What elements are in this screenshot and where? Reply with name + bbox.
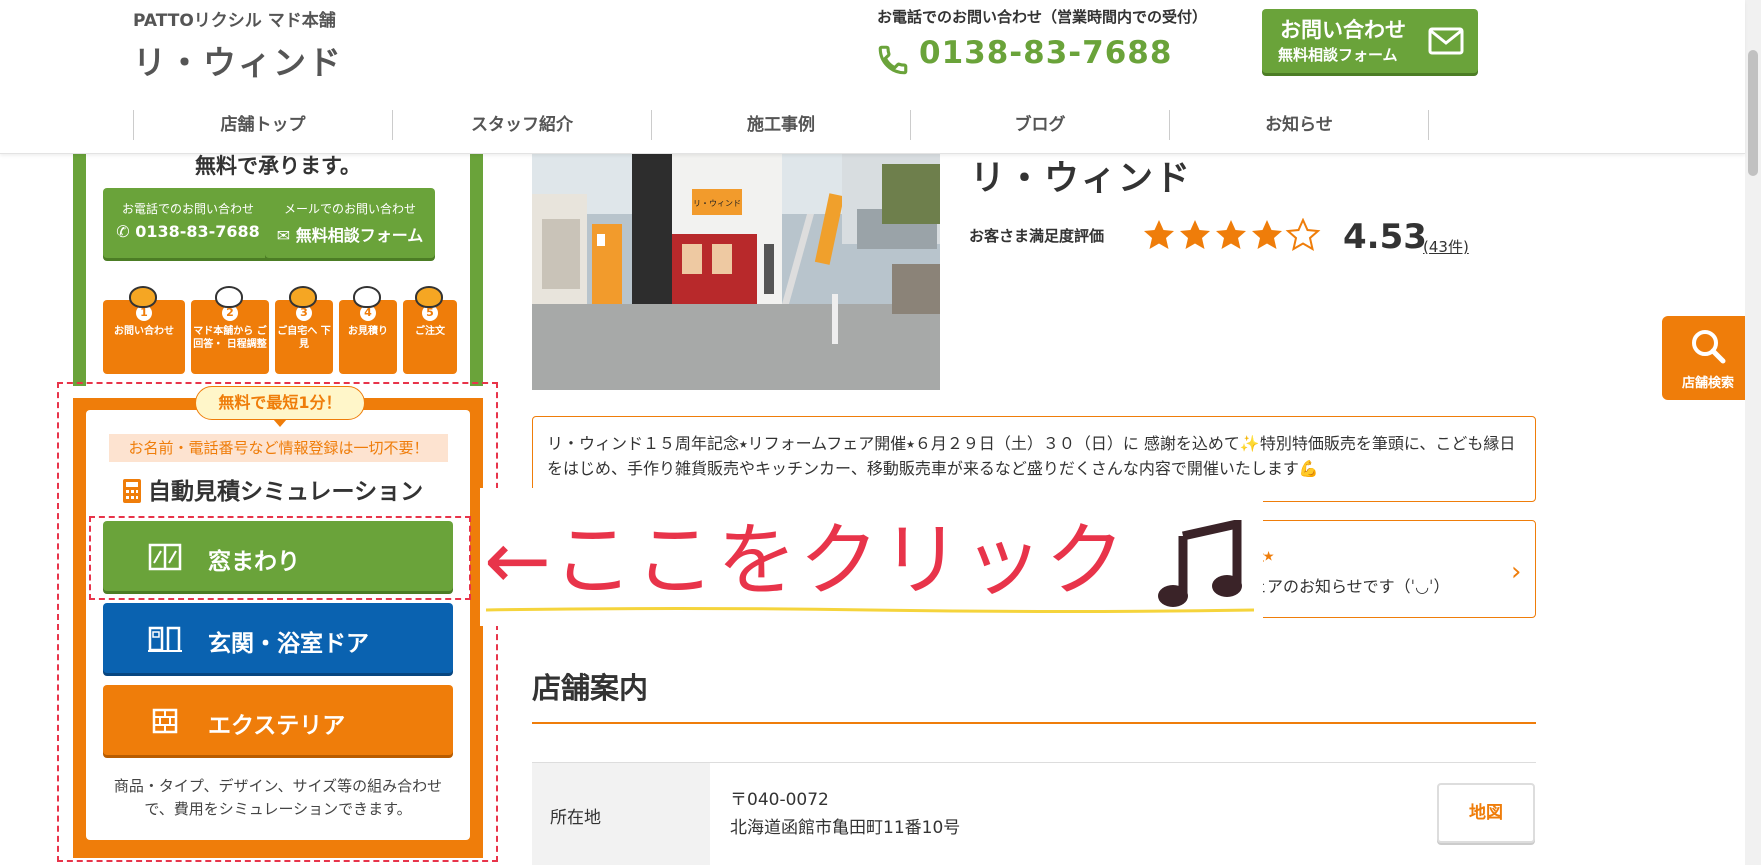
step-4: 4 お見積り — [339, 286, 397, 374]
sim-window-button[interactable]: 窓まわり — [103, 521, 453, 591]
shop-name: リ・ウィンド — [970, 159, 1193, 199]
sidebar-mail-title: メールでのお問い合わせ — [283, 202, 416, 216]
contact-form-button[interactable]: お問い合わせ 無料相談フォーム — [1262, 9, 1478, 73]
store-search-tab[interactable]: 店舗検索 — [1662, 316, 1754, 400]
flow-steps: 1 お問い合わせ 2 マド本舗から ご回答・ 日程調整 3 ご自宅へ 下見 4 … — [103, 284, 457, 376]
simulation-note-line2: で、費用をシミュレーションできます。 — [144, 800, 412, 818]
simulation-note: 商品・タイプ、デザイン、サイズ等の組み合わせ で、費用をシミュレーションできます… — [100, 775, 456, 821]
address-label: 所在地 — [532, 763, 710, 865]
sidebar-mail-label: 無料相談フォーム — [295, 226, 424, 245]
site-header: PATTOリクシル マド本舗 リ・ウィンド お電話でのお問い合わせ（営業時間内で… — [0, 0, 1745, 154]
review-count-link[interactable]: (43件) — [1423, 236, 1469, 257]
map-button[interactable]: 地図 — [1437, 783, 1535, 843]
free-badge: 無料で最短1分！ — [195, 386, 365, 420]
badge-pointer — [273, 419, 287, 427]
step-label: お見積り — [348, 326, 388, 337]
nav-item-staff[interactable]: スタッフ紹介 — [392, 110, 651, 140]
annotation-text: ←ここをクリック — [484, 514, 1128, 607]
news-card-text: ェアのお知らせです（ˈ◡ˈ） — [1251, 577, 1450, 596]
frog-icon — [289, 286, 317, 308]
section-divider — [532, 722, 1536, 724]
sim-door-label: 玄関・浴室ドア — [208, 631, 369, 657]
annotation-overlay: ←ここをクリック — [480, 488, 1263, 626]
calculator-icon — [123, 479, 141, 503]
store-search-label: 店舗検索 — [1681, 376, 1734, 391]
no-registration-note: お名前・電話番号など情報登録は一切不要！ — [109, 434, 448, 462]
sim-exterior-button[interactable]: エクステリア — [103, 685, 453, 755]
sidebar-tel-title: お電話でのお問い合わせ — [121, 202, 254, 216]
sidebar-mail-button[interactable]: メールでのお問い合わせ ✉ 無料相談フォーム — [265, 188, 435, 258]
free-text: 無料で承ります。 — [195, 154, 361, 178]
step-label: ご注文 — [415, 326, 445, 337]
nav-item-cases[interactable]: 施工事例 — [651, 110, 910, 140]
sidebar-tel-value: ✆ 0138-83-7688 — [116, 222, 260, 241]
scrollbar-thumb[interactable] — [1748, 50, 1758, 176]
sidebar-contact-panel: 無料で承ります。 お電話でのお問い合わせ ✆ 0138-83-7688 メールで… — [73, 154, 483, 386]
contact-label: お問い合わせ — [1280, 18, 1406, 42]
rating-stars — [1144, 219, 1319, 250]
address-text: 北海道函館市亀田町11番10号 — [730, 818, 961, 838]
shop-sign-text: リ・ウィンド — [693, 199, 741, 208]
shop-photo: リ・ウィンド — [532, 154, 940, 390]
frog-icon — [129, 286, 157, 308]
nav-item-store-top[interactable]: 店舗トップ — [133, 110, 392, 140]
page: PATTOリクシル マド本舗 リ・ウィンド お電話でのお問い合わせ（営業時間内で… — [0, 0, 1761, 865]
page-scrollbar[interactable] — [1745, 0, 1761, 865]
mail-icon — [1428, 27, 1464, 55]
step-2: 2 マド本舗から ご回答・ 日程調整 — [191, 286, 269, 374]
global-nav: 店舗トップ スタッフ紹介 施工事例 ブログ お知らせ — [133, 110, 1429, 140]
rating-label: お客さま満足度評価 — [969, 227, 1105, 245]
search-icon — [1692, 330, 1726, 364]
chevron-right-icon: › — [1511, 557, 1522, 587]
brand-subtitle: PATTOリクシル マド本舗 — [133, 11, 336, 31]
rating-score: 4.53 — [1343, 217, 1427, 257]
store-info-table: 所在地 〒040-0072 北海道函館市亀田町11番10号 地図 — [532, 762, 1536, 865]
frog-icon — [415, 286, 443, 308]
brand-name[interactable]: リ・ウィンド — [133, 36, 343, 84]
step-5: 5 ご注文 — [403, 286, 457, 374]
sim-door-button[interactable]: 玄関・浴室ドア — [103, 603, 453, 673]
music-note-icon — [1158, 520, 1242, 607]
simulation-title: 自動見積シミュレーション — [148, 479, 424, 505]
postal-code: 〒040-0072 — [730, 790, 829, 810]
sidebar-contact-inner: 無料で承ります。 お電話でのお問い合わせ ✆ 0138-83-7688 メールで… — [86, 154, 470, 386]
sim-window-label: 窓まわり — [208, 549, 300, 575]
nav-item-news[interactable]: お知らせ — [1169, 110, 1429, 140]
highlight-underline — [486, 607, 1254, 613]
step-3: 3 ご自宅へ 下見 — [275, 286, 333, 374]
simulation-note-line1: 商品・タイプ、デザイン、サイズ等の組み合わせ — [113, 777, 443, 795]
tel-number[interactable]: 0138-83-7688 — [919, 35, 1172, 71]
tel-label: お電話でのお問い合わせ（営業時間内での受付） — [877, 8, 1208, 26]
step-label: お問い合わせ — [114, 326, 174, 337]
fence-icon — [152, 708, 178, 734]
step-label: ご自宅へ 下見 — [277, 326, 331, 350]
bird-icon — [353, 286, 381, 308]
step-label: マド本舗から ご回答・ 日程調整 — [193, 326, 267, 350]
step-1: 1 お問い合わせ — [103, 286, 185, 374]
sidebar-tel-number: 0138-83-7688 — [135, 222, 260, 241]
phone-icon — [878, 45, 908, 75]
contact-sublabel: 無料相談フォーム — [1278, 46, 1398, 64]
nav-item-blog[interactable]: ブログ — [910, 110, 1169, 140]
store-info-title: 店舗案内 — [532, 671, 649, 705]
sim-exterior-label: エクステリア — [208, 713, 346, 739]
bird-icon — [215, 286, 243, 308]
window-icon — [148, 543, 182, 571]
door-icon — [148, 626, 182, 652]
sidebar-mail-value: ✉ 無料相談フォーム — [276, 226, 424, 245]
sidebar-tel-button[interactable]: お電話でのお問い合わせ ✆ 0138-83-7688 — [103, 188, 273, 258]
